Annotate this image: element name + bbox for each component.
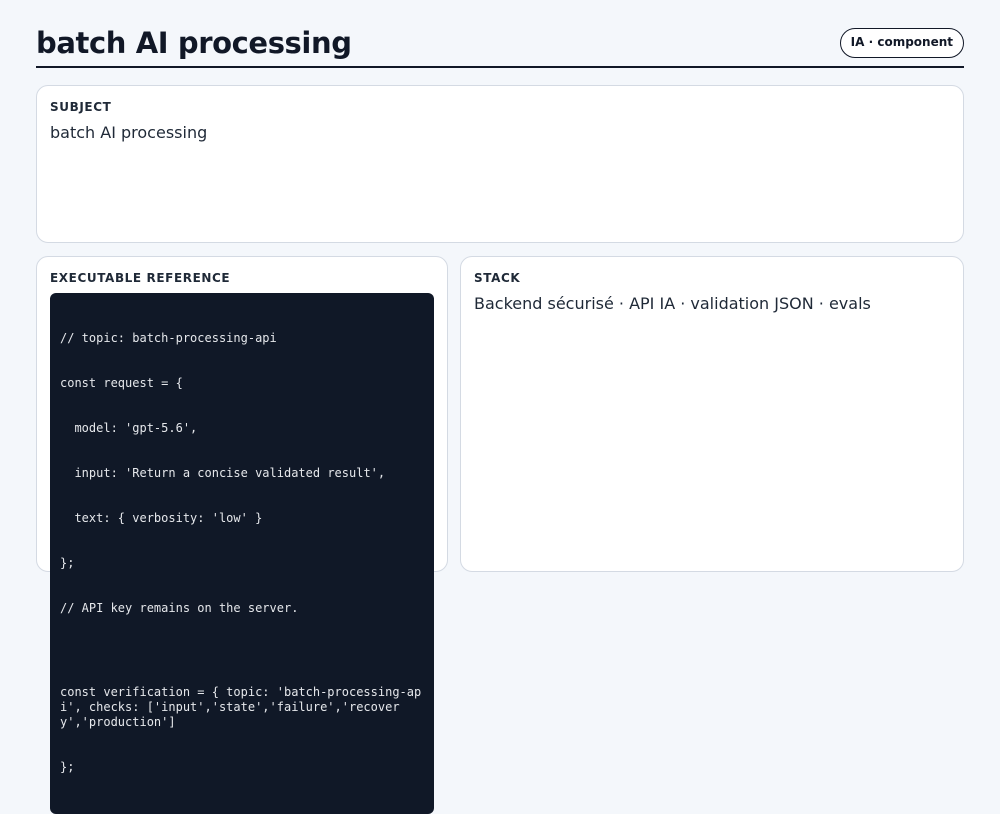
executable-reference-label: EXECUTABLE REFERENCE — [50, 271, 231, 285]
code-block: // topic: batch-processing-api const req… — [50, 293, 434, 814]
stack-value: Backend sécurisé · API IA · validation J… — [474, 294, 871, 313]
code-line: model: 'gpt-5.6', — [60, 421, 198, 435]
page-container: batch AI processing IA · component SUBJE… — [36, 22, 964, 814]
stack-card: STACK Backend sécurisé · API IA · valida… — [460, 256, 964, 572]
page-header: batch AI processing IA · component — [36, 22, 964, 68]
code-line: }; — [60, 556, 75, 570]
code-line: const request = { — [60, 376, 183, 390]
code-line: // topic: batch-processing-api — [60, 331, 277, 345]
executable-reference-card: EXECUTABLE REFERENCE // topic: batch-pro… — [36, 256, 448, 814]
subject-label: SUBJECT — [50, 100, 112, 114]
code-line: input: 'Return a concise validated resul… — [60, 466, 386, 480]
subject-card: SUBJECT batch AI processing — [36, 85, 964, 243]
code-line: }; — [60, 760, 75, 774]
subject-value: batch AI processing — [50, 123, 208, 142]
page-title: batch AI processing — [36, 26, 352, 60]
code-line: text: { verbosity: 'low' } — [60, 511, 263, 525]
code-line: const verification = { topic: 'batch-pro… — [60, 685, 422, 729]
component-badge: IA · component — [839, 28, 964, 58]
stack-label: STACK — [474, 271, 521, 285]
code-line: // API key remains on the server. — [60, 601, 299, 615]
